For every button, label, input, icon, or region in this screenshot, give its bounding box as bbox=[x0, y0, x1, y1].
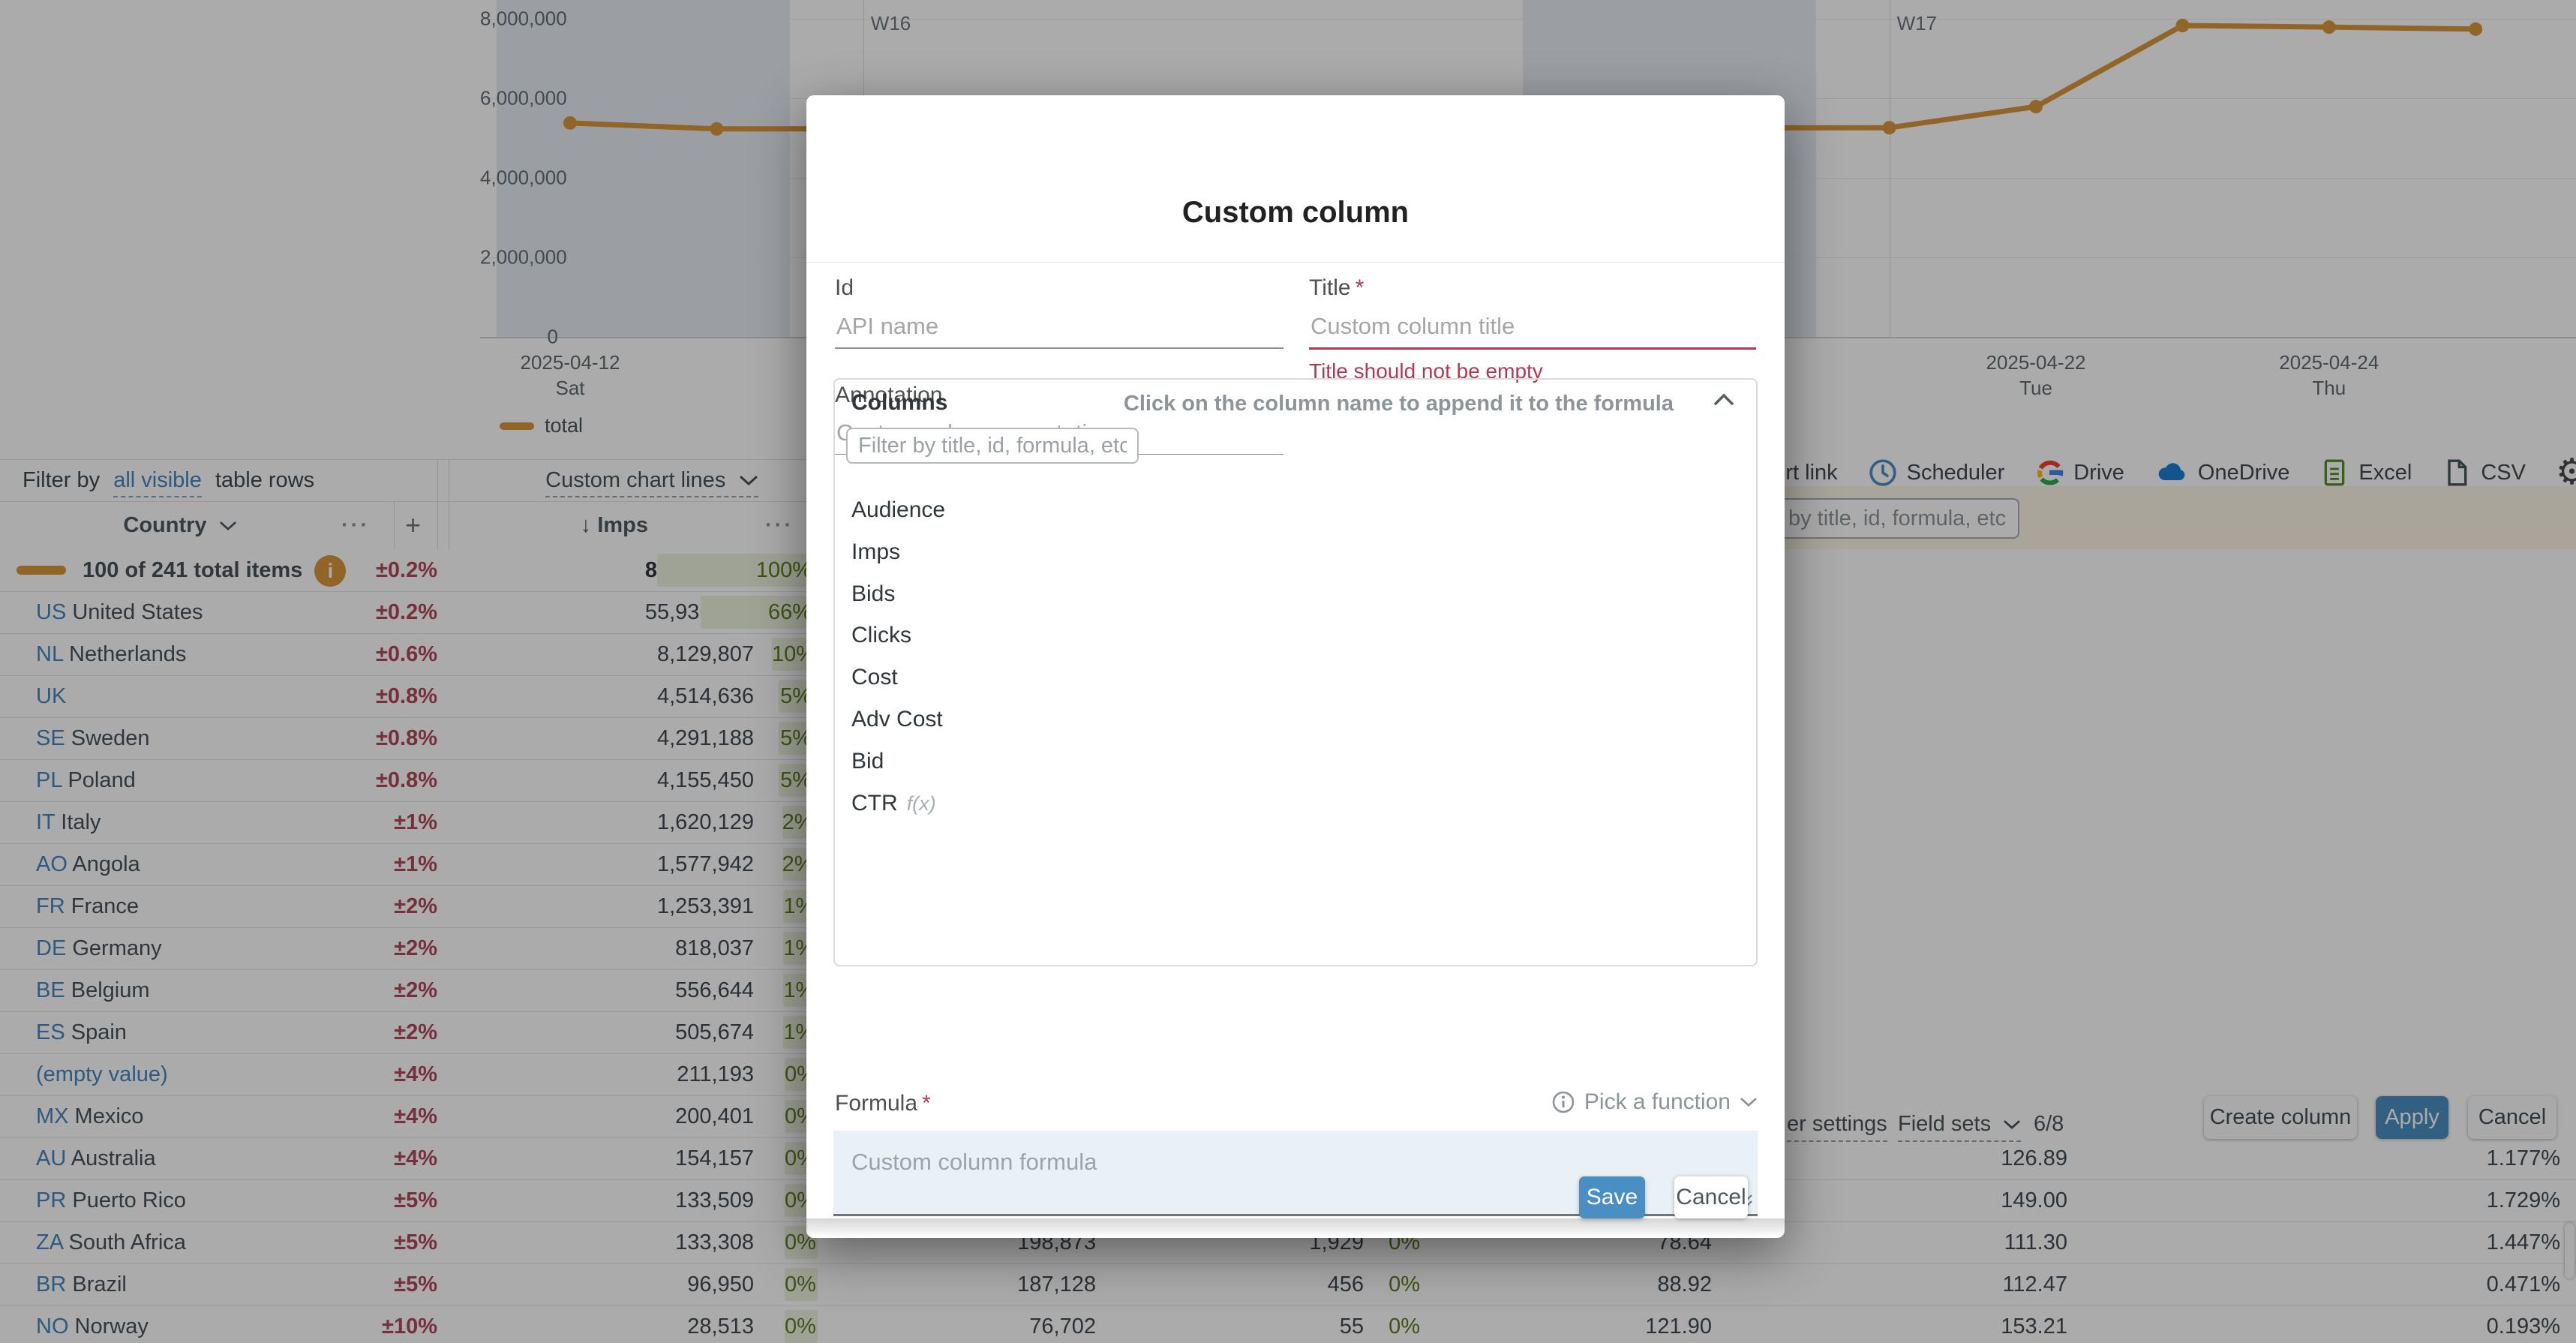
column-item-label: Cost bbox=[851, 665, 898, 690]
dialog-title: Custom column bbox=[806, 196, 1785, 230]
chevron-down-icon bbox=[1740, 1097, 1758, 1108]
columns-panel-header: Columns bbox=[851, 390, 947, 416]
required-asterisk: * bbox=[1356, 275, 1365, 300]
column-list-item-ctr[interactable]: CTR f(x) bbox=[851, 791, 936, 816]
title-input[interactable] bbox=[1309, 313, 1756, 350]
save-button[interactable]: Save bbox=[1579, 1176, 1645, 1218]
required-asterisk: * bbox=[922, 1091, 931, 1116]
column-item-label: Clicks bbox=[851, 623, 911, 647]
column-list-item-bids[interactable]: Bids bbox=[851, 581, 895, 607]
cancel-button[interactable]: Cancel bbox=[1674, 1176, 1748, 1218]
column-item-label: CTR bbox=[851, 791, 898, 816]
column-item-label: Bid bbox=[851, 749, 884, 774]
column-item-label: Adv Cost bbox=[851, 707, 943, 732]
app-screen: 8,000,0006,000,0004,000,0002,000,0000W16… bbox=[0, 0, 2576, 1343]
formula-fx-badge: f(x) bbox=[907, 792, 936, 815]
column-list-item-cost[interactable]: Cost bbox=[851, 665, 898, 690]
scroll-shadow bbox=[806, 1218, 1785, 1238]
column-item-label: Audience bbox=[851, 497, 945, 522]
custom-column-dialog: Custom column Id Title* Title should not… bbox=[806, 95, 1785, 1238]
title-label: Title* bbox=[1309, 275, 1364, 301]
column-list-item-imps[interactable]: Imps bbox=[851, 539, 900, 565]
column-item-label: Imps bbox=[851, 539, 900, 564]
column-list-item-clicks[interactable]: Clicks bbox=[851, 623, 911, 648]
column-item-label: Bids bbox=[851, 581, 895, 606]
collapse-chevron-up-icon[interactable] bbox=[1713, 392, 1735, 407]
columns-filter-input[interactable] bbox=[846, 428, 1139, 464]
formula-label: Formula* bbox=[835, 1091, 931, 1116]
info-icon bbox=[1551, 1090, 1575, 1114]
columns-panel-hint: Click on the column name to append it to… bbox=[1124, 392, 1674, 416]
id-input[interactable] bbox=[835, 313, 1283, 349]
column-list-item-bid[interactable]: Bid bbox=[851, 749, 884, 774]
id-label: Id bbox=[835, 275, 854, 301]
dialog-divider bbox=[806, 262, 1785, 263]
pick-function-dropdown[interactable]: Pick a function bbox=[1551, 1089, 1758, 1115]
column-list-item-audience[interactable]: Audience bbox=[851, 497, 945, 523]
columns-panel: Columns Click on the column name to appe… bbox=[833, 378, 1758, 966]
column-list-item-adv-cost[interactable]: Adv Cost bbox=[851, 707, 943, 732]
